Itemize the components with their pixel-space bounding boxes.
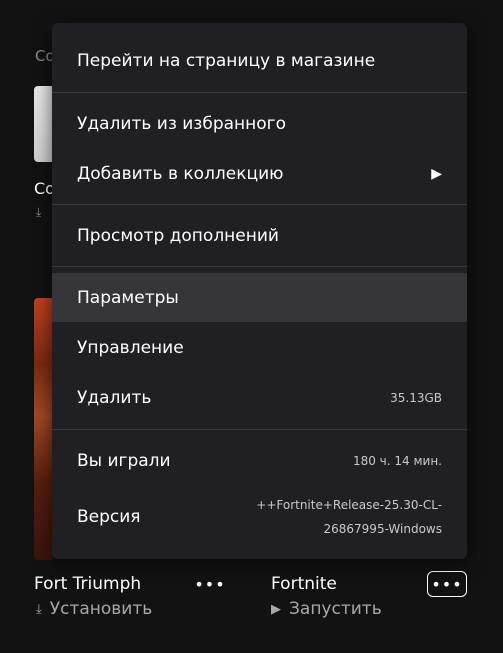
menu-divider [52, 204, 467, 205]
version-value-line: 26867995-Windows [323, 522, 443, 536]
menu-item-label: Просмотр дополнений [77, 226, 279, 246]
game-thumbnail[interactable] [34, 86, 52, 162]
launch-link[interactable]: ▶ Запустить [271, 599, 382, 619]
menu-item-label: Удалить [77, 388, 152, 408]
version-value: ++Fortnite+Release-25.30-CL- 26867995-Wi… [242, 493, 442, 541]
menu-item-add-collection[interactable]: Добавить в коллекцию ▶ [52, 154, 467, 194]
menu-item-remove-favorite[interactable]: Удалить из избранного [52, 104, 467, 144]
version-value-line: ++Fortnite+Release-25.30-CL- [256, 498, 442, 512]
download-icon: ⤓ [36, 205, 42, 219]
playtime-value: 180 ч. 14 мин. [352, 454, 442, 468]
menu-item-settings[interactable]: Параметры [52, 273, 467, 322]
play-icon: ▶ [271, 601, 281, 617]
menu-item-label: Добавить в коллекцию [77, 164, 284, 184]
menu-info-version: Версия ++Fortnite+Release-25.30-CL- 2686… [52, 491, 467, 543]
menu-item-label: Удалить из избранного [77, 114, 287, 134]
menu-item-label: Параметры [77, 287, 179, 308]
menu-divider [52, 92, 467, 93]
menu-item-store-page[interactable]: Перейти на страницу в магазине [52, 41, 467, 81]
context-menu: Перейти на страницу в магазине Удалить и… [52, 23, 467, 559]
more-options-button[interactable]: ••• [194, 571, 224, 597]
game-title-fortnite[interactable]: Fortnite [271, 574, 337, 594]
game-thumbnail-fort-triumph[interactable] [34, 298, 52, 560]
version-label: Версия [77, 507, 141, 527]
install-link[interactable]: ⤓ Установить [36, 599, 152, 619]
more-options-button-active[interactable]: ••• [427, 571, 467, 597]
playtime-label: Вы играли [77, 451, 171, 471]
install-size: 35.13GB [390, 391, 442, 405]
game-title-fort-triumph[interactable]: Fort Triumph [34, 574, 141, 594]
install-label: Установить [49, 599, 153, 619]
menu-item-label: Управление [77, 338, 184, 358]
menu-divider [52, 266, 467, 267]
submenu-arrow-icon: ▶ [431, 166, 442, 182]
menu-item-manage[interactable]: Управление [52, 328, 467, 368]
menu-item-label: Перейти на страницу в магазине [77, 51, 376, 71]
menu-item-uninstall[interactable]: Удалить 35.13GB [52, 378, 467, 418]
menu-item-view-addons[interactable]: Просмотр дополнений [52, 216, 467, 256]
download-icon: ⤓ [36, 601, 42, 617]
launch-label: Запустить [289, 599, 382, 619]
menu-divider [52, 429, 467, 430]
menu-info-playtime: Вы играли 180 ч. 14 мин. [52, 441, 467, 481]
